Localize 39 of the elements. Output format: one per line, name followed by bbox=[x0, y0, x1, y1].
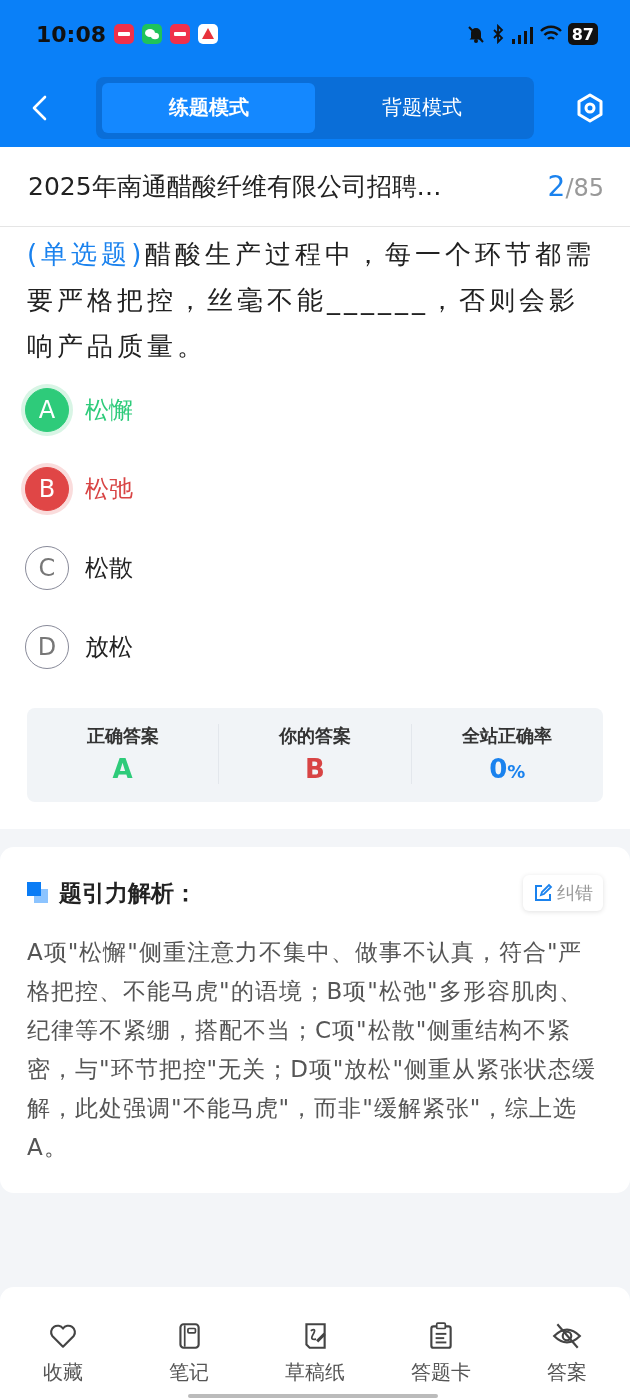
option-text: 松弛 bbox=[85, 474, 133, 505]
squares-icon bbox=[27, 882, 49, 904]
summary-value: A bbox=[111, 754, 134, 784]
nav-label[interactable]: 答案 bbox=[547, 1359, 587, 1386]
option-row[interactable]: C 松散 bbox=[27, 545, 603, 591]
option-text: 松懈 bbox=[85, 395, 133, 426]
total-count: /85 bbox=[565, 174, 604, 202]
summary-label: 正确答案 bbox=[85, 724, 160, 748]
nav-label[interactable]: 笔记 bbox=[169, 1359, 209, 1386]
analysis-text: A项"松懈"侧重注意力不集中、做事不认真，符合"严格把控、不能马虎"的语境；B项"松弛"多形容肌肉、纪律等不紧绷，搭配不当；C项"松散"侧重结构不紧密，与"环节把控"无关；D项"放松"侧重从紧张状态缓解，此处强调"不能马虎"，而非"缓解紧张"，综上选A。 bbox=[27, 938, 598, 1162]
summary-value: 0% bbox=[488, 754, 527, 784]
eye-crossed-icon[interactable] bbox=[552, 1321, 582, 1351]
option-row[interactable]: B 松弛 bbox=[27, 466, 603, 512]
app-icon bbox=[170, 24, 191, 44]
status-time: 10:08 bbox=[36, 21, 107, 47]
edit-icon bbox=[533, 883, 553, 903]
nav-label[interactable]: 收藏 bbox=[43, 1359, 83, 1386]
exam-title: 2025年南通醋酸纤维有限公司招聘… bbox=[28, 171, 442, 203]
muted-bell-icon bbox=[465, 24, 486, 44]
nav-label[interactable]: 草稿纸 bbox=[285, 1359, 345, 1386]
option-text: 松散 bbox=[85, 553, 133, 584]
battery-indicator: 87 bbox=[567, 23, 598, 45]
option-row[interactable]: D 放松 bbox=[27, 624, 603, 670]
option-letter: A bbox=[25, 388, 69, 432]
bluetooth-icon bbox=[490, 24, 505, 44]
summary-label: 全站正确率 bbox=[461, 724, 554, 748]
question-text: (单选题)醋酸生产过程中，每一个环节都需要严格把控，丝毫不能______，否则会影响产品质量。 bbox=[27, 238, 597, 363]
option-text: 放松 bbox=[85, 632, 133, 663]
summary-value: B bbox=[304, 754, 326, 784]
mode-tab[interactable]: 练题模式 bbox=[102, 82, 315, 133]
current-number: 2 bbox=[547, 170, 566, 203]
option-letter: B bbox=[25, 467, 69, 511]
analysis-title: 题引力解析： bbox=[59, 878, 197, 908]
app-icon bbox=[114, 24, 135, 44]
app-icon bbox=[142, 24, 163, 44]
summary-label: 你的答案 bbox=[277, 724, 352, 748]
app-icon bbox=[198, 24, 219, 44]
nav-label[interactable]: 答题卡 bbox=[411, 1359, 471, 1386]
mode-tab[interactable]: 背题模式 bbox=[315, 82, 528, 133]
